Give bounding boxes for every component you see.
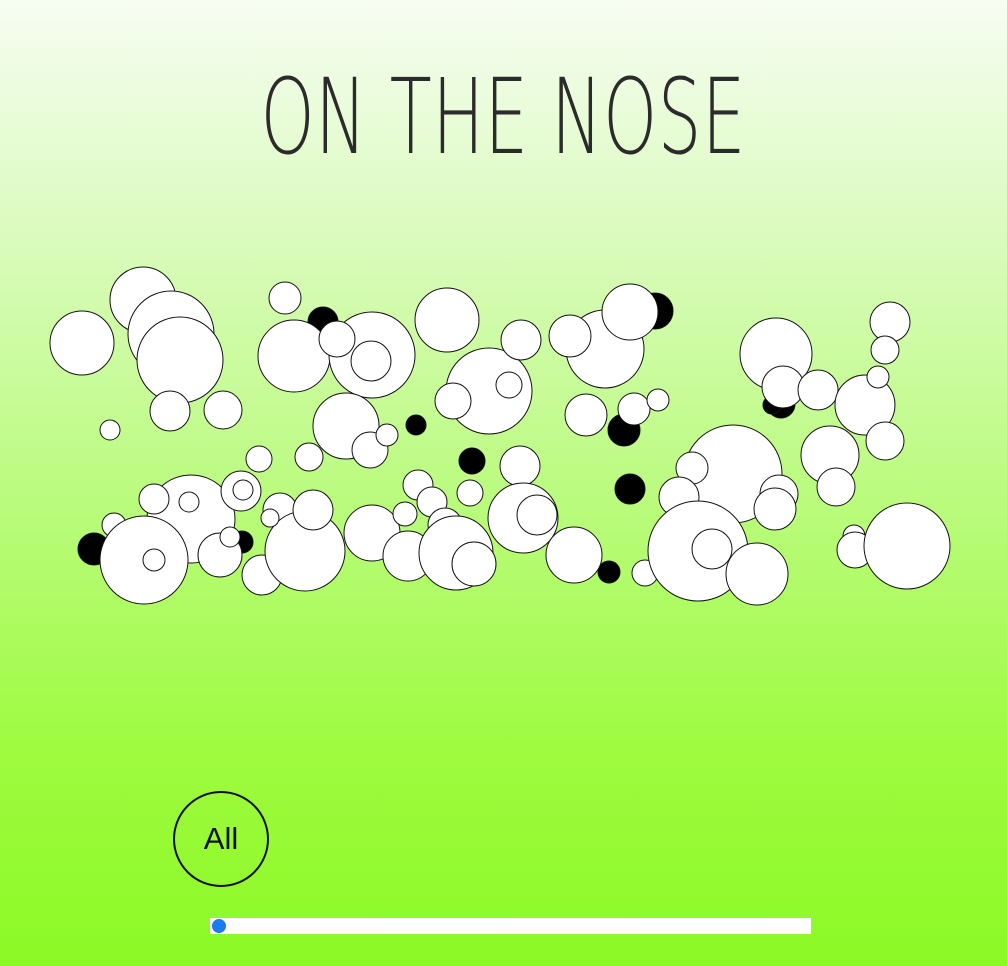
aroma-bubble[interactable] (646, 388, 670, 412)
aroma-bubble[interactable] (99, 419, 121, 441)
aroma-bubble[interactable] (350, 340, 392, 382)
aroma-bubble[interactable] (499, 445, 541, 487)
aroma-bubble[interactable] (142, 548, 166, 572)
aroma-bubble[interactable] (548, 314, 592, 358)
aroma-bubble[interactable] (797, 369, 839, 411)
aroma-bubble-dark[interactable] (614, 473, 646, 505)
aroma-bubble[interactable] (564, 393, 608, 437)
aroma-bubble[interactable] (865, 421, 905, 461)
aroma-bubble[interactable] (232, 479, 254, 501)
aroma-bubble[interactable] (753, 487, 797, 531)
aroma-bubble[interactable] (375, 423, 399, 447)
aroma-bubble[interactable] (294, 442, 324, 472)
filter-all-label: All (203, 821, 239, 856)
aroma-bubble[interactable] (866, 365, 890, 389)
aroma-bubble[interactable] (816, 467, 856, 507)
aroma-bubble[interactable] (49, 310, 115, 376)
aroma-bubble[interactable] (292, 489, 334, 531)
aroma-bubble-dark[interactable] (458, 447, 486, 475)
aroma-bubble[interactable] (138, 483, 170, 515)
aroma-bubble[interactable] (863, 502, 951, 590)
slider-track[interactable] (210, 918, 811, 934)
aroma-bubble[interactable] (495, 371, 523, 399)
aroma-bubble[interactable] (601, 283, 659, 341)
aroma-bubble[interactable] (178, 491, 200, 513)
aroma-bubble[interactable] (617, 392, 651, 426)
filter-all-button[interactable]: All (173, 791, 269, 887)
aroma-bubble[interactable] (725, 542, 789, 606)
aroma-bubble[interactable] (149, 390, 191, 432)
aroma-bubble[interactable] (869, 301, 911, 343)
aroma-bubble[interactable] (761, 365, 805, 409)
slider-thumb[interactable] (212, 919, 226, 933)
aroma-bubble[interactable] (414, 287, 480, 353)
aroma-bubble[interactable] (691, 528, 733, 570)
timeline-slider[interactable] (210, 918, 811, 934)
aroma-bubble[interactable] (219, 526, 241, 548)
aroma-bubble-dark[interactable] (405, 414, 427, 436)
aroma-bubble[interactable] (451, 541, 497, 587)
aroma-bubble-dark[interactable] (597, 560, 621, 584)
aroma-bubble[interactable] (545, 526, 603, 584)
aroma-bubble[interactable] (456, 479, 484, 507)
aroma-bubble[interactable] (268, 281, 302, 315)
aroma-bubble[interactable] (257, 319, 331, 393)
aroma-bubble[interactable] (500, 319, 542, 361)
aroma-bubble[interactable] (434, 382, 472, 420)
aroma-bubble[interactable] (318, 320, 356, 358)
aroma-bubble[interactable] (260, 508, 280, 528)
aroma-bubble[interactable] (136, 316, 224, 404)
aroma-bubble[interactable] (516, 494, 558, 536)
aroma-bubble[interactable] (392, 501, 418, 527)
aroma-bubble[interactable] (203, 390, 243, 430)
aroma-bubble[interactable] (870, 335, 900, 365)
page-title: ON THE NOSE (260, 56, 747, 178)
aroma-bubble[interactable] (245, 445, 273, 473)
